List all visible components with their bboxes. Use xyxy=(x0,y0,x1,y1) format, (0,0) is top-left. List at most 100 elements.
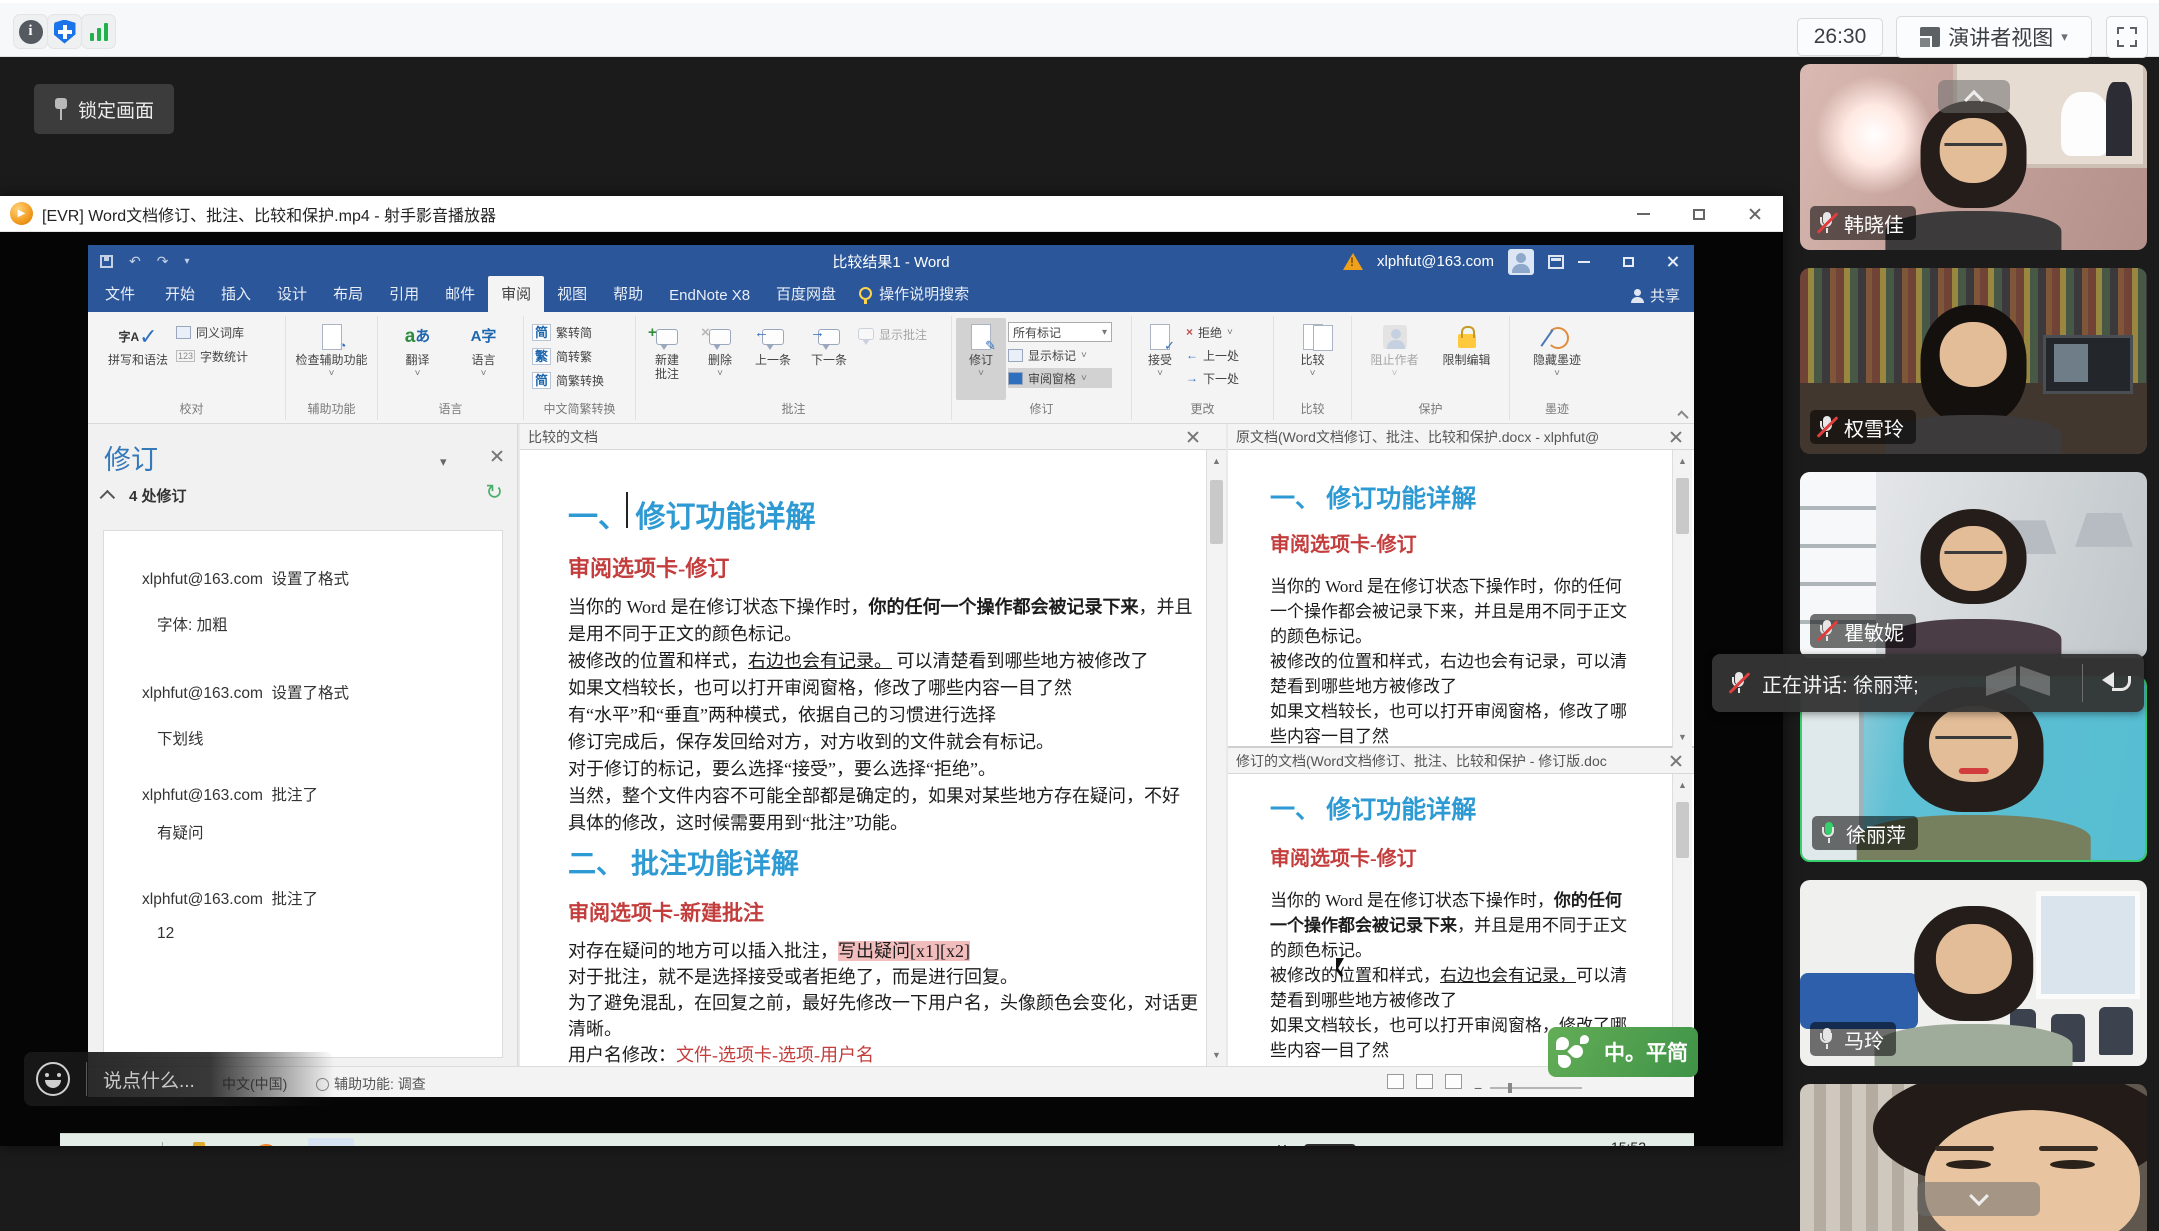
player-maximize-button[interactable] xyxy=(1671,196,1727,232)
chat-input[interactable]: 说点什么... xyxy=(103,1066,195,1093)
new-comment-button[interactable]: + 新建批注 xyxy=(640,318,694,400)
track-changes-button[interactable]: ✎ 修订 ˅ xyxy=(956,318,1006,400)
undo-icon[interactable]: ↶ xyxy=(129,253,141,270)
all-markup-dropdown[interactable]: 所有标记▾ xyxy=(1008,322,1112,342)
tab-layout[interactable]: 布局 xyxy=(320,276,376,312)
participant-tile[interactable]: 权雪玲 xyxy=(1800,268,2147,454)
language-button[interactable]: A字 语言 ˅ xyxy=(456,318,512,400)
share-button[interactable]: 共享 xyxy=(1631,285,1680,306)
tab-view[interactable]: 视图 xyxy=(544,276,600,312)
original-scrollbar[interactable]: ▲ ▼ xyxy=(1672,450,1692,748)
meeting-security-button[interactable] xyxy=(47,14,82,49)
tab-insert[interactable]: 插入 xyxy=(208,276,264,312)
show-comments-button[interactable]: 显示批注 xyxy=(858,324,927,344)
tab-home[interactable]: 开始 xyxy=(152,276,208,312)
scroll-up-icon[interactable]: ▲ xyxy=(1673,450,1692,472)
collapse-icon[interactable] xyxy=(100,489,116,505)
delete-comment-button[interactable]: × 删除 ˅ xyxy=(696,318,744,400)
tab-endnote[interactable]: EndNote X8 xyxy=(656,280,763,312)
accept-button[interactable]: ✓ 接受 ˅ xyxy=(1136,318,1184,400)
revision-entry[interactable]: xlphfut@163.com 设置了格式 xyxy=(142,567,349,589)
tab-review[interactable]: 审阅 xyxy=(488,276,544,312)
tab-mailings[interactable]: 邮件 xyxy=(432,276,488,312)
zoom-track[interactable] xyxy=(1490,1087,1582,1089)
traditional-to-simplified-button[interactable]: 简繁转简 xyxy=(532,322,631,342)
view-shortcuts[interactable] xyxy=(1387,1074,1462,1089)
previous-change-button[interactable]: ←上一处 xyxy=(1186,345,1239,365)
participants-scroll-down-button[interactable] xyxy=(1917,1182,2040,1216)
show-markup-button[interactable]: 显示标记˅ xyxy=(1008,345,1112,365)
zoom-thumb[interactable] xyxy=(1508,1083,1512,1093)
previous-comment-button[interactable]: ← 上一条 xyxy=(746,318,800,400)
tab-file[interactable]: 文件 xyxy=(88,276,152,312)
taskbar-clock[interactable]: 15:52 2022/3/27 xyxy=(1584,1139,1646,1146)
video-content[interactable]: ↶ ↷ ▾ 比较结果1 - Word xlphfut@163.com xyxy=(0,232,1783,1146)
ime-indicator[interactable]: 中 xyxy=(1520,1144,1536,1146)
scrollbar-thumb[interactable] xyxy=(1676,802,1689,858)
revision-entry[interactable]: xlphfut@163.com 批注了 xyxy=(142,887,318,909)
player-minimize-button[interactable] xyxy=(1615,196,1671,232)
scrollbar-thumb[interactable] xyxy=(1676,478,1689,534)
block-authors-button[interactable]: 阻止作者 ˅ xyxy=(1363,318,1427,400)
simplified-to-traditional-button[interactable]: 繁简转繁 xyxy=(532,346,631,366)
tab-references[interactable]: 引用 xyxy=(376,276,432,312)
hide-ink-button[interactable]: 隐藏墨迹 ˅ xyxy=(1525,318,1589,400)
word-taskbar-icon[interactable]: W xyxy=(308,1138,354,1146)
check-accessibility-button[interactable]: ◔ 检查辅助功能 ˅ xyxy=(292,318,372,400)
scroll-up-icon[interactable]: ▲ xyxy=(1207,450,1226,472)
word-count-button[interactable]: 123字数统计 xyxy=(176,346,248,366)
network-status-button[interactable] xyxy=(81,14,116,49)
scroll-up-icon[interactable]: ▲ xyxy=(1673,774,1692,796)
tab-help[interactable]: 帮助 xyxy=(600,276,656,312)
participants-scroll-up-button[interactable] xyxy=(1938,80,2010,113)
revised-scrollbar[interactable]: ▲ ▼ xyxy=(1672,774,1692,1066)
next-comment-button[interactable]: → 下一条 xyxy=(802,318,856,400)
participant-tile[interactable]: 马玲 xyxy=(1800,880,2147,1066)
view-mode-button[interactable]: 演讲者视图 ▾ xyxy=(1896,16,2092,58)
battery-indicator[interactable]: 97% xyxy=(1304,1144,1356,1146)
account-avatar[interactable] xyxy=(1508,249,1534,275)
revision-entry[interactable]: xlphfut@163.com 设置了格式 xyxy=(142,681,349,703)
meeting-info-button[interactable]: i xyxy=(13,14,48,49)
tell-me-search[interactable]: 操作说明搜索 xyxy=(849,276,979,312)
player-close-button[interactable] xyxy=(1727,196,1783,232)
word-minimize-button[interactable] xyxy=(1562,245,1606,278)
ribbon-collapse-icon[interactable] xyxy=(1677,410,1688,421)
compared-pane-close-button[interactable] xyxy=(1185,429,1201,445)
compared-document-body[interactable]: 一、 修订功能详解 审阅选项卡-修订 当你的 Word 是在修订状态下操作时，你… xyxy=(520,450,1206,1066)
compared-scrollbar[interactable]: ▲ ▼ xyxy=(1206,450,1226,1066)
thesaurus-button[interactable]: 同义词库 xyxy=(176,322,248,342)
revision-entry[interactable]: xlphfut@163.com 批注了 xyxy=(142,783,318,805)
revision-list[interactable]: xlphfut@163.com 设置了格式 字体: 加粗 xlphfut@163… xyxy=(103,530,503,1058)
save-icon[interactable] xyxy=(100,255,113,268)
pane-options-icon[interactable]: ▾ xyxy=(440,454,447,470)
tab-baidu-pan[interactable]: 百度网盘 xyxy=(763,276,849,312)
revisions-pane-close-button[interactable] xyxy=(489,448,505,464)
spelling-grammar-button[interactable]: 字A✓ 拼写和语法 xyxy=(102,318,174,400)
participant-tile[interactable]: 瞿敏妮 xyxy=(1800,472,2147,658)
reply-arrow-icon[interactable] xyxy=(2102,668,2132,696)
word-restore-button[interactable] xyxy=(1606,245,1650,278)
player-titlebar[interactable]: ▶ [EVR] Word文档修订、批注、比较和保护.mp4 - 射手影音播放器 xyxy=(0,196,1783,232)
next-change-button[interactable]: →下一处 xyxy=(1186,368,1239,388)
translate-button[interactable]: aあ 翻译 ˅ xyxy=(390,318,446,400)
original-pane-close-button[interactable] xyxy=(1668,429,1684,445)
zoom-out-icon[interactable]: − xyxy=(1474,1080,1482,1096)
compare-button[interactable]: 比较 ˅ xyxy=(1283,318,1343,400)
lock-screen-button[interactable]: 锁定画面 xyxy=(34,84,174,134)
refresh-icon[interactable]: ↻ xyxy=(485,480,503,505)
reviewing-pane-button[interactable]: 审阅窗格˅ xyxy=(1008,368,1112,388)
fullscreen-button[interactable] xyxy=(2106,16,2148,58)
word-close-button[interactable] xyxy=(1650,245,1694,278)
scroll-down-icon[interactable]: ▼ xyxy=(1673,726,1692,748)
restrict-editing-button[interactable]: 限制编辑 xyxy=(1435,318,1499,400)
zoom-slider[interactable]: − xyxy=(1474,1080,1604,1096)
reject-button[interactable]: ×拒绝˅ xyxy=(1186,322,1239,342)
revised-pane-close-button[interactable] xyxy=(1668,753,1684,769)
scroll-down-icon[interactable]: ▼ xyxy=(1207,1044,1226,1066)
browser-icon[interactable] xyxy=(254,1144,278,1146)
scrollbar-thumb[interactable] xyxy=(1210,480,1223,544)
qat-customize-icon[interactable]: ▾ xyxy=(184,256,189,267)
redo-icon[interactable]: ↷ xyxy=(157,253,169,270)
emoji-button[interactable] xyxy=(36,1062,70,1096)
